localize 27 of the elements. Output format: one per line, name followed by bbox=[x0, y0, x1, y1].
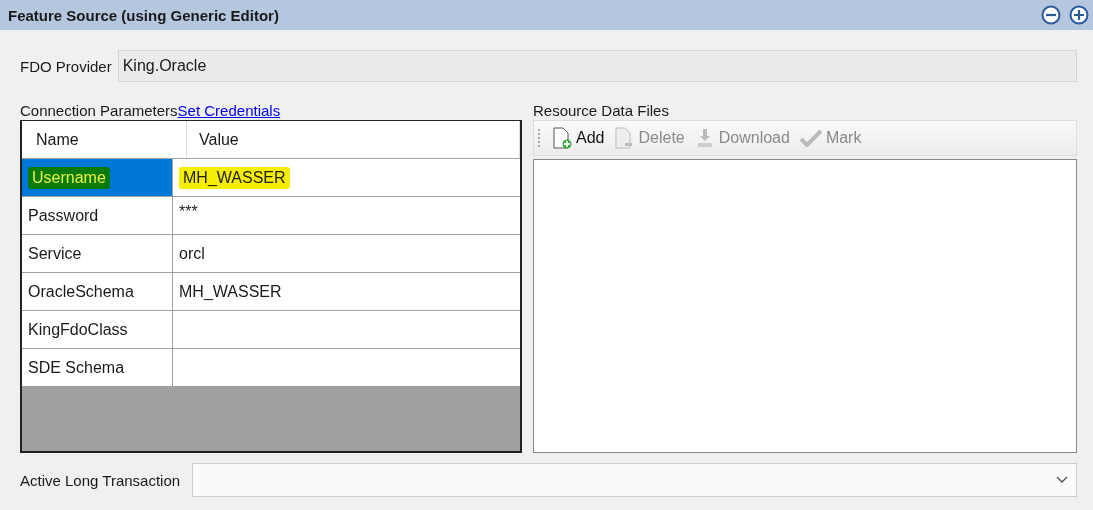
name-cell[interactable]: Username bbox=[22, 159, 173, 196]
new-document-icon bbox=[552, 127, 572, 149]
add-button[interactable]: Add bbox=[552, 127, 605, 149]
section-label: Connection Parameters bbox=[20, 102, 178, 119]
document-icon bbox=[614, 127, 635, 149]
highlighted-text: Username bbox=[28, 166, 110, 189]
value-text: *** bbox=[179, 203, 198, 221]
section-title: Feature Source (using Generic Editor) bbox=[8, 6, 279, 24]
expand-icon[interactable] bbox=[1069, 5, 1089, 25]
name-text: Password bbox=[28, 206, 99, 225]
name-text: SDE Schema bbox=[28, 358, 125, 377]
name-text: KingFdoClass bbox=[28, 320, 128, 339]
section-label: Resource Data Files bbox=[533, 102, 670, 119]
field-label: FDO Provider bbox=[20, 57, 112, 75]
checkmark-icon bbox=[799, 129, 822, 147]
column-header[interactable]: Name bbox=[22, 121, 187, 158]
highlighted-text: MH_WASSER bbox=[179, 166, 290, 189]
name-text: OracleSchema bbox=[28, 282, 134, 301]
provider-field[interactable]: King.Oracle bbox=[117, 50, 1077, 82]
value-text: orcl bbox=[179, 244, 205, 263]
chevron-down-icon bbox=[1056, 476, 1068, 484]
value-text: MH_WASSER bbox=[179, 282, 282, 301]
collapse-icon[interactable] bbox=[1041, 5, 1061, 25]
column-header[interactable]: Value bbox=[187, 121, 520, 158]
field-label: Active Long Transaction bbox=[20, 471, 181, 489]
set-credentials-link[interactable]: Set Credentials bbox=[177, 102, 281, 119]
name-text: Service bbox=[28, 244, 82, 263]
